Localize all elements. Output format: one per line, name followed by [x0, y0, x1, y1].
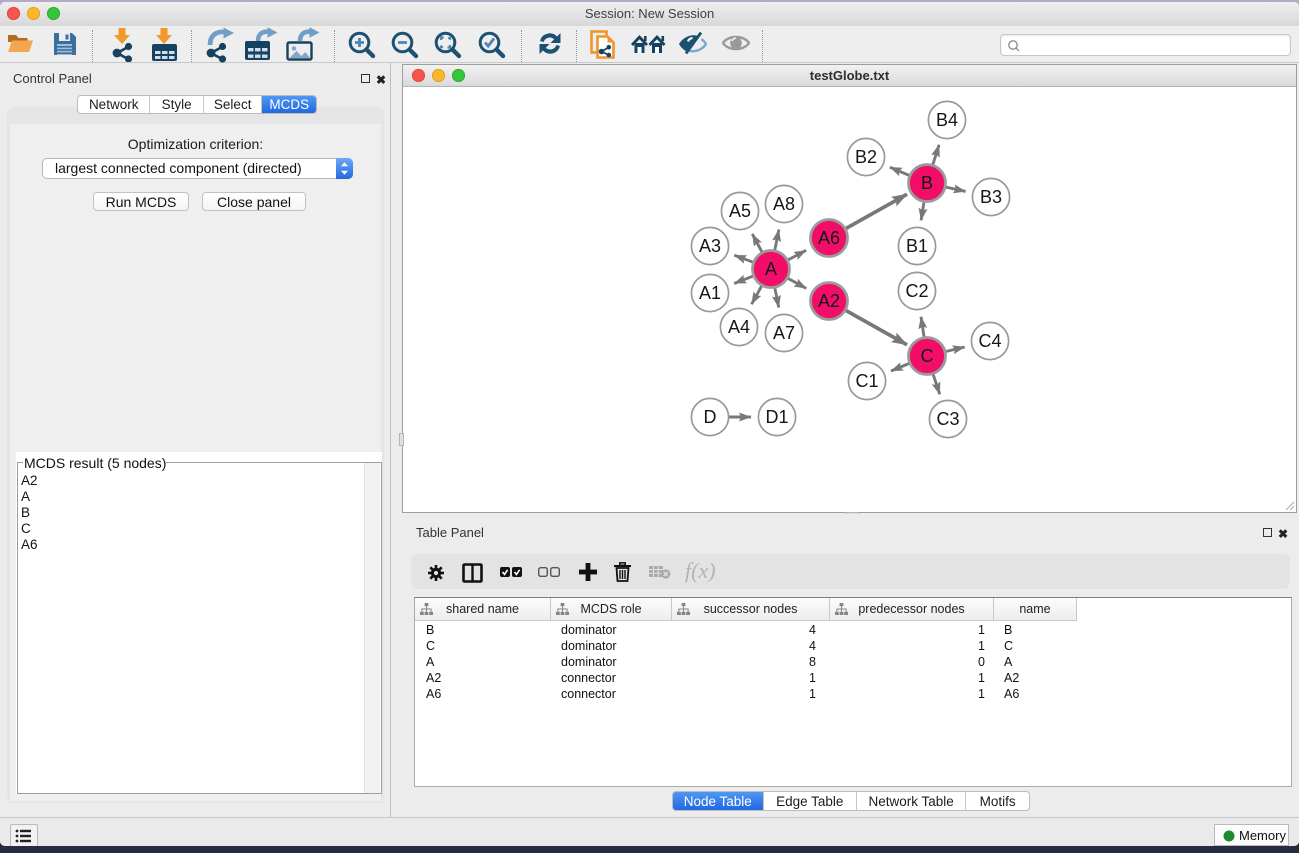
- svg-text:D: D: [704, 407, 717, 427]
- svg-text:B3: B3: [980, 187, 1002, 207]
- svg-text:A5: A5: [729, 201, 751, 221]
- svg-text:A7: A7: [773, 323, 795, 343]
- svg-text:D1: D1: [765, 407, 788, 427]
- svg-text:A: A: [765, 259, 777, 279]
- svg-text:B4: B4: [936, 110, 958, 130]
- svg-text:A4: A4: [728, 317, 750, 337]
- svg-text:C: C: [921, 346, 934, 366]
- svg-text:C3: C3: [936, 409, 959, 429]
- svg-text:A1: A1: [699, 283, 721, 303]
- svg-text:B: B: [921, 173, 933, 193]
- svg-text:B2: B2: [855, 147, 877, 167]
- svg-text:C1: C1: [855, 371, 878, 391]
- svg-text:A6: A6: [818, 228, 840, 248]
- svg-text:B1: B1: [906, 236, 928, 256]
- svg-text:A3: A3: [699, 236, 721, 256]
- svg-text:C2: C2: [905, 281, 928, 301]
- svg-text:C4: C4: [978, 331, 1001, 351]
- svg-text:A2: A2: [818, 291, 840, 311]
- svg-text:A8: A8: [773, 194, 795, 214]
